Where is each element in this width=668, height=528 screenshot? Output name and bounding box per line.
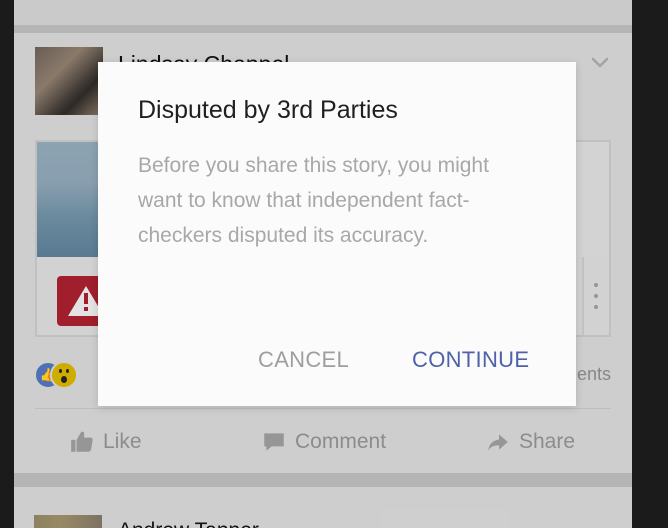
cancel-button[interactable]: CANCEL [258,342,349,378]
disputed-story-dialog: Disputed by 3rd Parties Before you share… [98,62,576,406]
continue-button[interactable]: CONTINUE [412,342,529,378]
phone-screen: Lindsay Chappel 👍 [14,0,632,528]
dialog-actions: CANCEL CONTINUE [98,342,576,378]
dialog-title: Disputed by 3rd Parties [138,96,398,124]
dialog-message: Before you share this story, you might w… [138,154,489,247]
